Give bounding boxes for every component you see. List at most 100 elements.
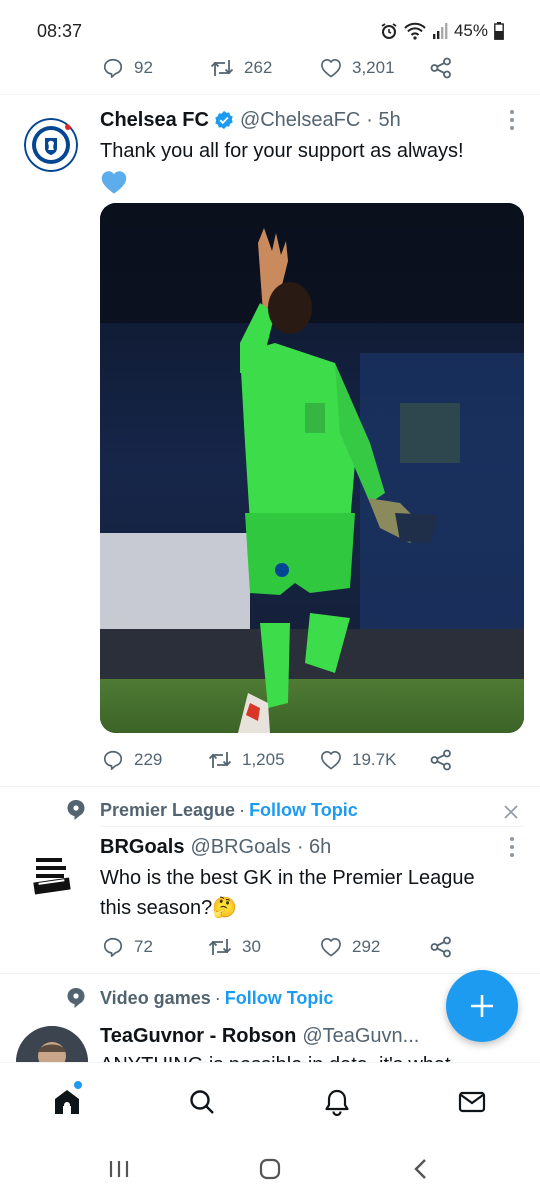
plus-icon — [471, 995, 493, 1017]
tweet-text: ANYTHING is possible in data, it's what — [100, 1050, 520, 1062]
brgoals-avatar[interactable] — [30, 852, 74, 896]
heart-icon — [321, 751, 341, 770]
tweet-header: TeaGuvnor - Robson @TeaGuvn... — [100, 1022, 419, 1050]
reply-count: 72 — [134, 937, 153, 956]
retweet-count: 30 — [242, 937, 261, 956]
retweet-icon — [208, 752, 232, 768]
share-button[interactable] — [430, 745, 452, 775]
share-icon — [430, 936, 451, 958]
topic-icon — [67, 800, 85, 820]
divider — [100, 826, 524, 827]
share-icon — [430, 749, 451, 771]
divider — [0, 786, 540, 787]
follow-topic-button[interactable]: Follow Topic — [249, 800, 358, 821]
author-name[interactable]: Chelsea FC — [100, 109, 209, 132]
reply-count: 229 — [134, 750, 163, 769]
reply-button[interactable]: 72 — [102, 932, 153, 962]
bottom-navigation — [0, 1062, 540, 1140]
share-icon — [430, 57, 451, 79]
goalkeeper-photo — [100, 203, 524, 733]
close-icon[interactable] — [502, 803, 520, 821]
search-icon — [190, 1090, 214, 1114]
heart-icon — [321, 59, 341, 78]
topic-icon — [67, 988, 85, 1008]
recents-button[interactable] — [104, 1156, 134, 1182]
author-name[interactable]: TeaGuvnor - Robson — [100, 1025, 296, 1048]
retweet-button[interactable]: 30 — [208, 932, 261, 962]
author-handle[interactable]: @BRGoals — [190, 836, 290, 859]
topic-name[interactable]: Premier League — [100, 800, 235, 821]
tweet-text: Thank you all for your support as always… — [100, 136, 520, 196]
topic-row: Video games · Follow Topic — [66, 985, 333, 1011]
chelsea-crest-icon — [24, 118, 78, 172]
retweet-icon — [210, 60, 234, 76]
nav-notifications[interactable] — [320, 1085, 354, 1119]
reply-count: 92 — [134, 58, 153, 77]
chelsea-avatar[interactable] — [24, 118, 78, 172]
nav-home[interactable] — [50, 1081, 84, 1119]
divider — [0, 94, 540, 95]
home-system-button[interactable] — [255, 1156, 285, 1182]
blue-heart-emoji-icon — [101, 170, 127, 194]
tweet-header: BRGoals @BRGoals · 6h — [100, 833, 331, 861]
reply-icon — [103, 937, 123, 957]
status-icons: 45% — [380, 21, 504, 41]
retweet-button[interactable]: 1,205 — [208, 745, 285, 775]
like-count: 292 — [352, 937, 381, 956]
topic-name[interactable]: Video games — [100, 988, 211, 1009]
like-count: 3,201 — [352, 58, 395, 77]
tweet-body: ANYTHING is possible in data, it's what — [100, 1054, 451, 1062]
mail-icon — [458, 1091, 486, 1113]
topic-row: Premier League · Follow Topic — [66, 797, 358, 823]
alarm-icon — [381, 23, 397, 39]
divider — [0, 973, 540, 974]
battery-icon — [494, 22, 504, 40]
prev-tweet-actions: 92 262 3,201 — [100, 53, 460, 83]
tweet-body: Who is the best GK in the Premier League… — [100, 867, 475, 919]
tweet-header: Chelsea FC @ChelseaFC · 5h — [100, 106, 401, 134]
recents-icon — [109, 1161, 129, 1177]
follow-topic-button[interactable]: Follow Topic — [225, 988, 334, 1009]
reply-button[interactable]: 92 — [102, 53, 153, 83]
system-navigation — [0, 1140, 540, 1200]
compose-tweet-button[interactable] — [446, 970, 518, 1042]
retweet-icon — [208, 939, 232, 955]
wifi-icon — [404, 22, 426, 40]
like-button[interactable]: 3,201 — [320, 53, 395, 83]
share-button[interactable] — [430, 932, 452, 962]
author-handle[interactable]: @ChelseaFC — [240, 109, 360, 132]
like-count: 19.7K — [352, 750, 397, 769]
retweet-count: 1,205 — [242, 750, 285, 769]
reply-button[interactable]: 229 — [102, 745, 162, 775]
home-circle-icon — [259, 1158, 281, 1180]
tweet-text: Who is the best GK in the Premier League… — [100, 863, 480, 923]
retweet-count: 262 — [244, 58, 273, 77]
bell-icon — [325, 1089, 349, 1116]
verified-badge-icon — [214, 110, 234, 130]
tweet-time: · 6h — [296, 835, 332, 858]
notification-dot — [74, 1081, 82, 1089]
tweet-body: Thank you all for your support as always… — [100, 140, 464, 162]
back-button[interactable] — [406, 1156, 436, 1182]
nav-messages[interactable] — [455, 1085, 489, 1119]
topic-separator: · — [214, 987, 221, 1008]
heart-icon — [321, 938, 341, 957]
signal-icon — [432, 23, 448, 39]
more-options-icon[interactable] — [508, 837, 516, 857]
more-options-icon[interactable] — [508, 110, 516, 130]
author-name[interactable]: BRGoals — [100, 836, 184, 859]
tweet-time: · 5h — [366, 108, 401, 131]
share-button[interactable] — [430, 53, 452, 83]
retweet-button[interactable]: 262 — [210, 53, 272, 83]
author-handle[interactable]: @TeaGuvn... — [302, 1025, 419, 1048]
brgoals-logo-icon — [30, 852, 74, 896]
like-button[interactable]: 292 — [320, 932, 380, 962]
tweet1-actions: 229 1,205 19.7K — [100, 745, 460, 775]
tweet-photo[interactable] — [100, 203, 524, 733]
status-bar: 08:37 45% — [0, 0, 540, 60]
reply-icon — [103, 750, 123, 770]
tweet2-actions: 72 30 292 — [100, 932, 460, 962]
nav-search[interactable] — [185, 1085, 219, 1119]
home-icon — [55, 1090, 79, 1114]
like-button[interactable]: 19.7K — [320, 745, 396, 775]
